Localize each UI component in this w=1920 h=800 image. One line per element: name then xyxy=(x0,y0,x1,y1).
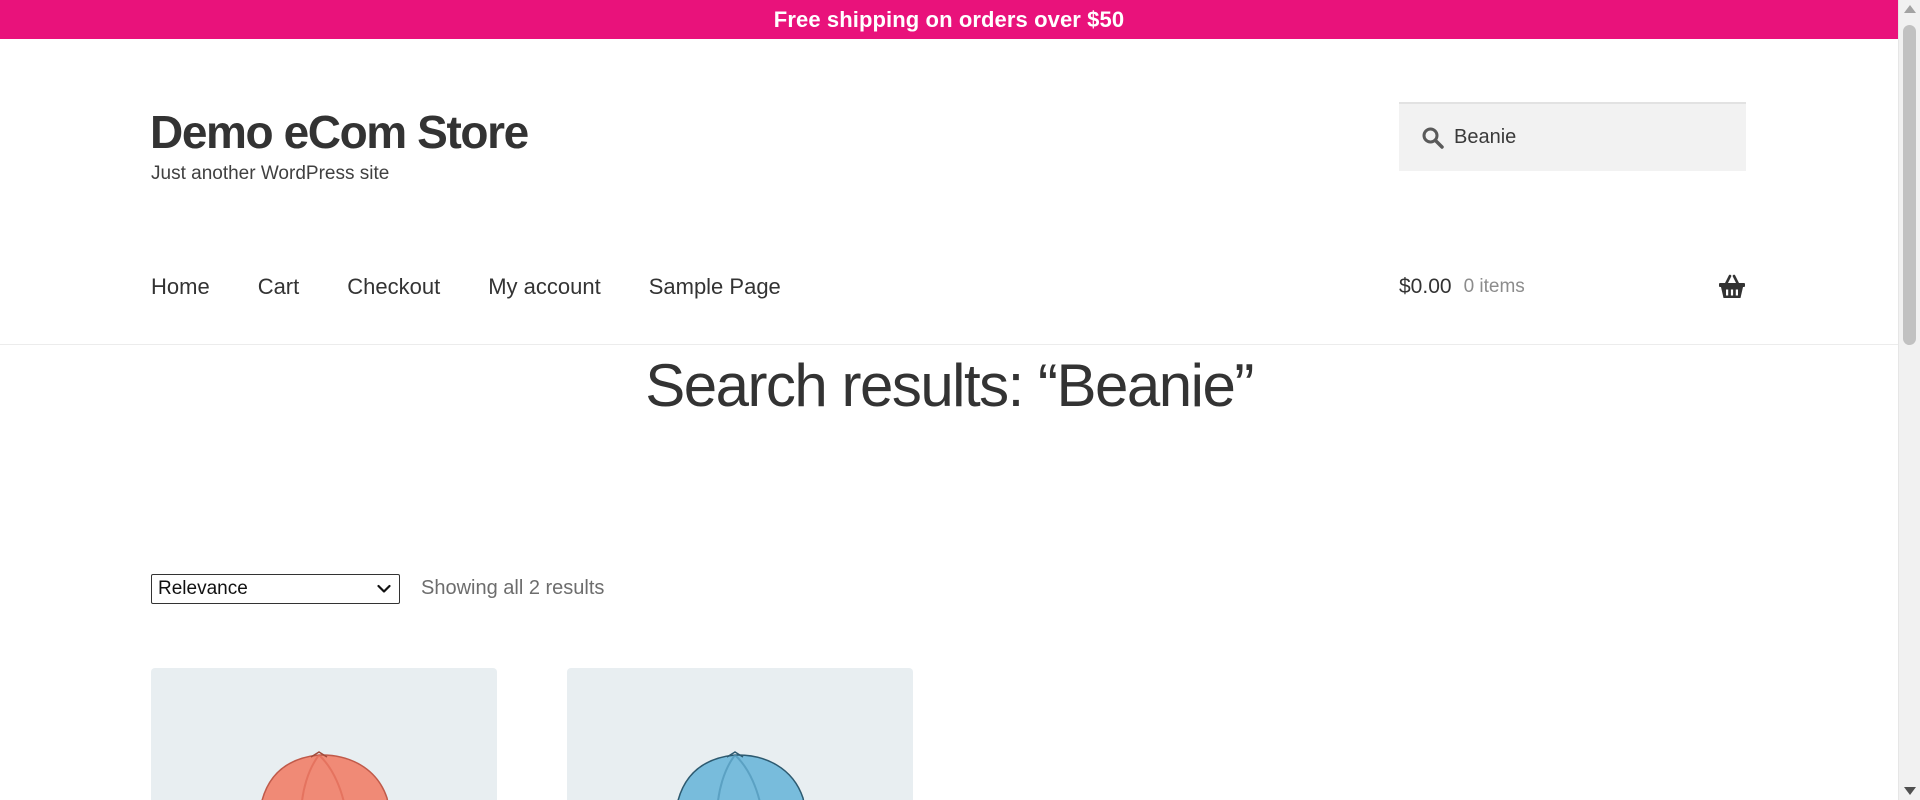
chevron-down-icon xyxy=(377,584,391,593)
promo-banner-text: Free shipping on orders over $50 xyxy=(773,6,1125,32)
search-icon xyxy=(1421,126,1445,150)
cart-amount[interactable]: $0.00 xyxy=(1399,275,1452,299)
cart-item-count[interactable]: 0 items xyxy=(1464,276,1525,298)
sort-select-value[interactable]: Relevance xyxy=(158,578,248,600)
promo-banner: Free shipping on orders over $50 xyxy=(0,0,1898,39)
search-box[interactable] xyxy=(1399,102,1746,171)
scrollbar-thumb[interactable] xyxy=(1903,25,1916,345)
search-input[interactable] xyxy=(1454,117,1734,158)
site-title[interactable]: Demo eCom Store xyxy=(150,104,529,160)
page-title: Search results: “Beanie” xyxy=(645,352,1254,419)
beanie-orange-image[interactable] xyxy=(151,668,497,800)
header-cart[interactable]: $0.00 0 items xyxy=(1399,270,1746,304)
sort-select[interactable]: Relevance xyxy=(151,574,400,604)
page: Free shipping on orders over $50 Demo eC… xyxy=(0,0,1920,800)
vertical-scrollbar[interactable] xyxy=(1898,0,1920,800)
nav-item-cart[interactable]: Cart xyxy=(258,274,300,300)
site-tagline: Just another WordPress site xyxy=(151,163,390,184)
product-card[interactable] xyxy=(567,668,913,800)
beanie-blue-image[interactable] xyxy=(567,668,913,800)
nav-item-checkout[interactable]: Checkout xyxy=(347,274,440,300)
product-card[interactable] xyxy=(151,668,497,800)
scroll-up-arrow-icon[interactable] xyxy=(1904,5,1916,13)
nav-item-my-account[interactable]: My account xyxy=(488,274,601,300)
header-divider xyxy=(0,344,1898,345)
basket-icon[interactable] xyxy=(1718,274,1746,300)
primary-navigation: Home Cart Checkout My account Sample Pag… xyxy=(151,272,781,302)
result-count: Showing all 2 results xyxy=(421,577,605,599)
nav-item-sample-page[interactable]: Sample Page xyxy=(649,274,781,300)
nav-item-home[interactable]: Home xyxy=(151,274,210,300)
scroll-down-arrow-icon[interactable] xyxy=(1904,787,1916,795)
